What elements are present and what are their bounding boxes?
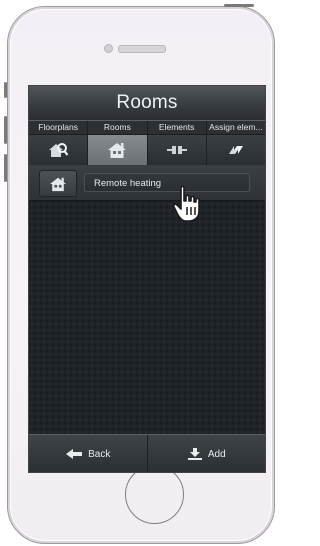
- bottom-toolbar: Back Add: [29, 434, 266, 472]
- tab-elements-button[interactable]: [148, 135, 207, 165]
- list-item[interactable]: Remote heating: [29, 165, 265, 201]
- volume-up-button[interactable]: [4, 116, 7, 144]
- assign-arrows-icon: [228, 146, 243, 154]
- app-screen: Rooms Floorplans Rooms Elements Assign e…: [28, 85, 266, 473]
- floorplan-search-icon: [49, 143, 69, 157]
- home-button[interactable]: [125, 465, 184, 524]
- download-add-icon: [187, 448, 202, 460]
- tab-assign-elements-button[interactable]: [207, 135, 265, 165]
- page-title: Rooms: [116, 92, 178, 113]
- add-label: Add: [207, 448, 226, 460]
- tab-bar: Floorplans Rooms Elements Assign elem...: [29, 120, 265, 135]
- tab-rooms-button[interactable]: [88, 135, 148, 165]
- tab-icon-bar: [29, 135, 265, 166]
- hand-pointer-icon: [172, 185, 206, 228]
- house-icon: [50, 177, 66, 191]
- tab-floorplans[interactable]: Floorplans: [29, 121, 89, 134]
- room-name-field[interactable]: Remote heating: [84, 173, 250, 192]
- title-bar: Rooms: [29, 86, 265, 120]
- add-button[interactable]: Add: [148, 435, 266, 472]
- elements-icon: [166, 146, 187, 154]
- front-camera: [104, 44, 113, 53]
- tab-floorplans-button[interactable]: [29, 135, 89, 165]
- tab-rooms[interactable]: Rooms: [88, 121, 148, 134]
- rooms-list: Remote heating: [29, 165, 265, 434]
- volume-down-button[interactable]: [4, 154, 7, 182]
- back-label: Back: [88, 448, 111, 460]
- back-button[interactable]: Back: [29, 435, 148, 472]
- tab-elements[interactable]: Elements: [148, 121, 207, 134]
- room-icon-button[interactable]: [39, 170, 77, 197]
- mute-switch[interactable]: [4, 82, 7, 98]
- tab-assign-elements[interactable]: Assign elem...: [207, 121, 265, 134]
- earpiece-speaker: [118, 45, 166, 53]
- back-arrow-icon: [66, 449, 83, 459]
- power-button[interactable]: [224, 4, 254, 7]
- house-icon: [108, 143, 127, 158]
